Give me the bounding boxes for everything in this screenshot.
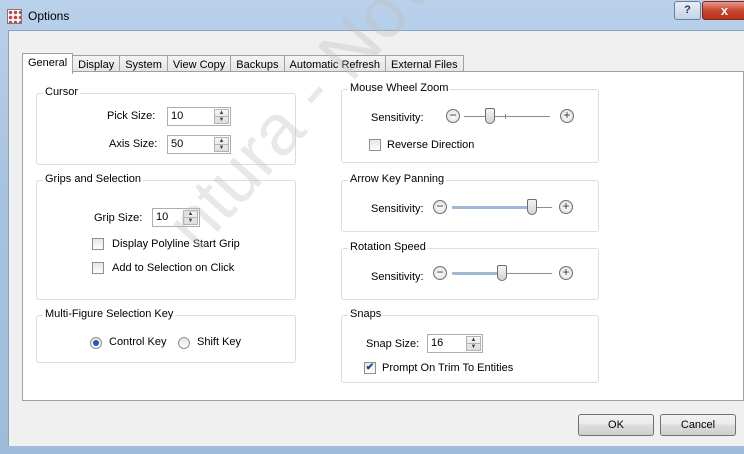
slider-track bbox=[464, 116, 550, 117]
pick-size-spinner[interactable]: 10 ▲ ▼ bbox=[167, 107, 231, 126]
rotation-group-title: Rotation Speed bbox=[348, 241, 428, 253]
spin-down-icon[interactable]: ▼ bbox=[215, 117, 228, 123]
title-bar[interactable]: Options ? x bbox=[0, 0, 744, 30]
snap-size-spinner[interactable]: 16 ▲ ▼ bbox=[427, 334, 483, 353]
prompt-trim-checkbox[interactable]: ✔ bbox=[364, 362, 376, 374]
cursor-group-title: Cursor bbox=[43, 86, 81, 98]
spin-up-icon[interactable]: ▲ bbox=[184, 211, 197, 218]
spin-up-icon[interactable]: ▲ bbox=[215, 138, 228, 145]
spin-down-icon[interactable]: ▼ bbox=[184, 218, 197, 224]
spin-down-icon[interactable]: ▼ bbox=[215, 145, 228, 151]
mouse-wheel-group-title: Mouse Wheel Zoom bbox=[348, 82, 451, 94]
increase-icon[interactable]: + bbox=[559, 266, 573, 280]
grips-group-title: Grips and Selection bbox=[43, 173, 143, 185]
arrow-key-slider-thumb[interactable] bbox=[527, 199, 537, 215]
add-to-selection-label: Add to Selection on Click bbox=[112, 262, 235, 274]
snap-size-value: 16 bbox=[431, 337, 444, 349]
reverse-direction-label: Reverse Direction bbox=[387, 139, 475, 151]
control-key-radio[interactable] bbox=[90, 337, 102, 349]
spin-down-icon[interactable]: ▼ bbox=[467, 344, 480, 350]
snap-size-label: Snap Size: bbox=[366, 338, 420, 350]
spin-up-icon[interactable]: ▲ bbox=[467, 337, 480, 344]
display-polyline-label: Display Polyline Start Grip bbox=[112, 238, 240, 250]
spinner-buttons[interactable]: ▲ ▼ bbox=[466, 336, 481, 351]
tab-general[interactable]: General bbox=[22, 53, 74, 74]
tab-strip: General Display System View Copy Backups… bbox=[22, 53, 464, 74]
mouse-wheel-sensitivity-label: Sensitivity: bbox=[371, 112, 424, 124]
prompt-trim-label: Prompt On Trim To Entities bbox=[382, 362, 514, 374]
app-icon bbox=[7, 9, 22, 24]
grip-size-spinner[interactable]: 10 ▲ ▼ bbox=[152, 208, 200, 227]
spin-up-icon[interactable]: ▲ bbox=[215, 110, 228, 117]
mouse-wheel-group: Mouse Wheel Zoom bbox=[341, 82, 599, 163]
zoom-out-icon[interactable]: − bbox=[446, 109, 460, 123]
spinner-buttons[interactable]: ▲ ▼ bbox=[214, 137, 229, 152]
help-button[interactable]: ? bbox=[674, 1, 701, 20]
rotation-sensitivity-label: Sensitivity: bbox=[371, 271, 424, 283]
arrow-key-group-title: Arrow Key Panning bbox=[348, 173, 447, 185]
axis-size-spinner[interactable]: 50 ▲ ▼ bbox=[167, 135, 231, 154]
snaps-group-title: Snaps bbox=[348, 308, 384, 320]
ok-button[interactable]: OK bbox=[578, 414, 654, 436]
close-button[interactable]: x bbox=[702, 1, 744, 20]
control-key-label: Control Key bbox=[109, 336, 167, 348]
decrease-icon[interactable]: − bbox=[433, 200, 447, 214]
display-polyline-checkbox[interactable] bbox=[92, 238, 104, 250]
cancel-button[interactable]: Cancel bbox=[660, 414, 736, 436]
increase-icon[interactable]: + bbox=[559, 200, 573, 214]
window-title: Options bbox=[28, 9, 70, 23]
arrow-key-sensitivity-label: Sensitivity: bbox=[371, 203, 424, 215]
spinner-buttons[interactable]: ▲ ▼ bbox=[183, 210, 198, 225]
zoom-in-icon[interactable]: + bbox=[560, 109, 574, 123]
shift-key-label: Shift Key bbox=[197, 336, 242, 348]
cursor-group: Cursor bbox=[36, 86, 296, 165]
slider-fill bbox=[452, 272, 502, 275]
spinner-buttons[interactable]: ▲ ▼ bbox=[214, 109, 229, 124]
rotation-slider-thumb[interactable] bbox=[497, 265, 507, 281]
decrease-icon[interactable]: − bbox=[433, 266, 447, 280]
axis-size-label: Axis Size: bbox=[109, 138, 158, 150]
axis-size-value: 50 bbox=[171, 138, 184, 150]
grip-size-label: Grip Size: bbox=[94, 212, 143, 224]
pick-size-label: Pick Size: bbox=[107, 110, 156, 122]
multi-figure-group-title: Multi-Figure Selection Key bbox=[43, 308, 176, 320]
shift-key-radio[interactable] bbox=[178, 337, 190, 349]
pick-size-value: 10 bbox=[171, 110, 184, 122]
slider-tick bbox=[505, 114, 506, 119]
mouse-wheel-slider-thumb[interactable] bbox=[484, 108, 495, 124]
add-to-selection-checkbox[interactable] bbox=[92, 262, 104, 274]
slider-fill bbox=[452, 206, 532, 209]
reverse-direction-checkbox[interactable] bbox=[369, 139, 381, 151]
grip-size-value: 10 bbox=[156, 211, 169, 223]
